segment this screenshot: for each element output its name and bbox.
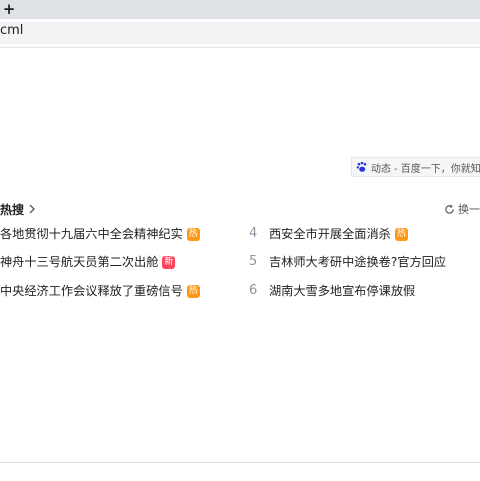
hot-item[interactable]: 神舟十三号航天员第二次出舱 新 (0, 254, 176, 270)
hot-item[interactable]: 中央经济工作会议释放了重磅信号 热 (0, 283, 200, 299)
refresh-button[interactable]: 换一 (444, 202, 480, 216)
hot-item[interactable]: 吉林师大考研中途换卷?官方回应 (269, 254, 446, 270)
refresh-label: 换一 (458, 203, 480, 216)
refresh-icon (445, 204, 454, 214)
hot-item-text: 中央经济工作会议释放了重磅信号 (0, 284, 183, 298)
hot-badge: 热 (394, 227, 408, 241)
news-banner-text: 动态 - 百度一下，你就知 (371, 163, 480, 175)
hot-item-text: 各地贯彻十九届六中全会精神纪实 (0, 227, 183, 241)
baidu-paw-icon (356, 161, 367, 172)
hot-search-title: 热搜 (0, 202, 25, 217)
hot-item-text: 西安全市开展全面消杀 (269, 227, 391, 241)
hot-item-rank: 4 (249, 226, 258, 241)
address-text[interactable]: cml (0, 24, 23, 38)
hot-search-header[interactable]: 热搜 (0, 201, 36, 217)
hot-badge: 热 (186, 227, 200, 241)
browser-toolbar: cml (0, 19, 480, 48)
hot-item-rank: 5 (249, 254, 258, 269)
chevron-right-icon (29, 204, 35, 214)
hot-item-text: 神舟十三号航天员第二次出舱 (0, 255, 159, 269)
new-tab-button[interactable]: + (0, 0, 18, 19)
hot-item-text: 湖南大雪多地宣布停课放假 (269, 284, 416, 298)
news-banner[interactable]: 动态 - 百度一下，你就知 (351, 157, 480, 177)
hot-item[interactable]: 各地贯彻十九届六中全会精神纪实 热 (0, 226, 200, 242)
hot-badge: 热 (186, 284, 200, 298)
tab-strip: + (0, 0, 480, 19)
new-badge: 新 (162, 255, 176, 269)
bottom-bar (0, 462, 480, 481)
hot-item[interactable]: 湖南大雪多地宣布停课放假 (269, 283, 415, 299)
address-bar[interactable] (0, 22, 480, 44)
hot-item-text: 吉林师大考研中途换卷?官方回应 (269, 255, 447, 269)
hot-item[interactable]: 西安全市开展全面消杀 热 (269, 226, 408, 242)
hot-item-rank: 6 (249, 283, 258, 298)
